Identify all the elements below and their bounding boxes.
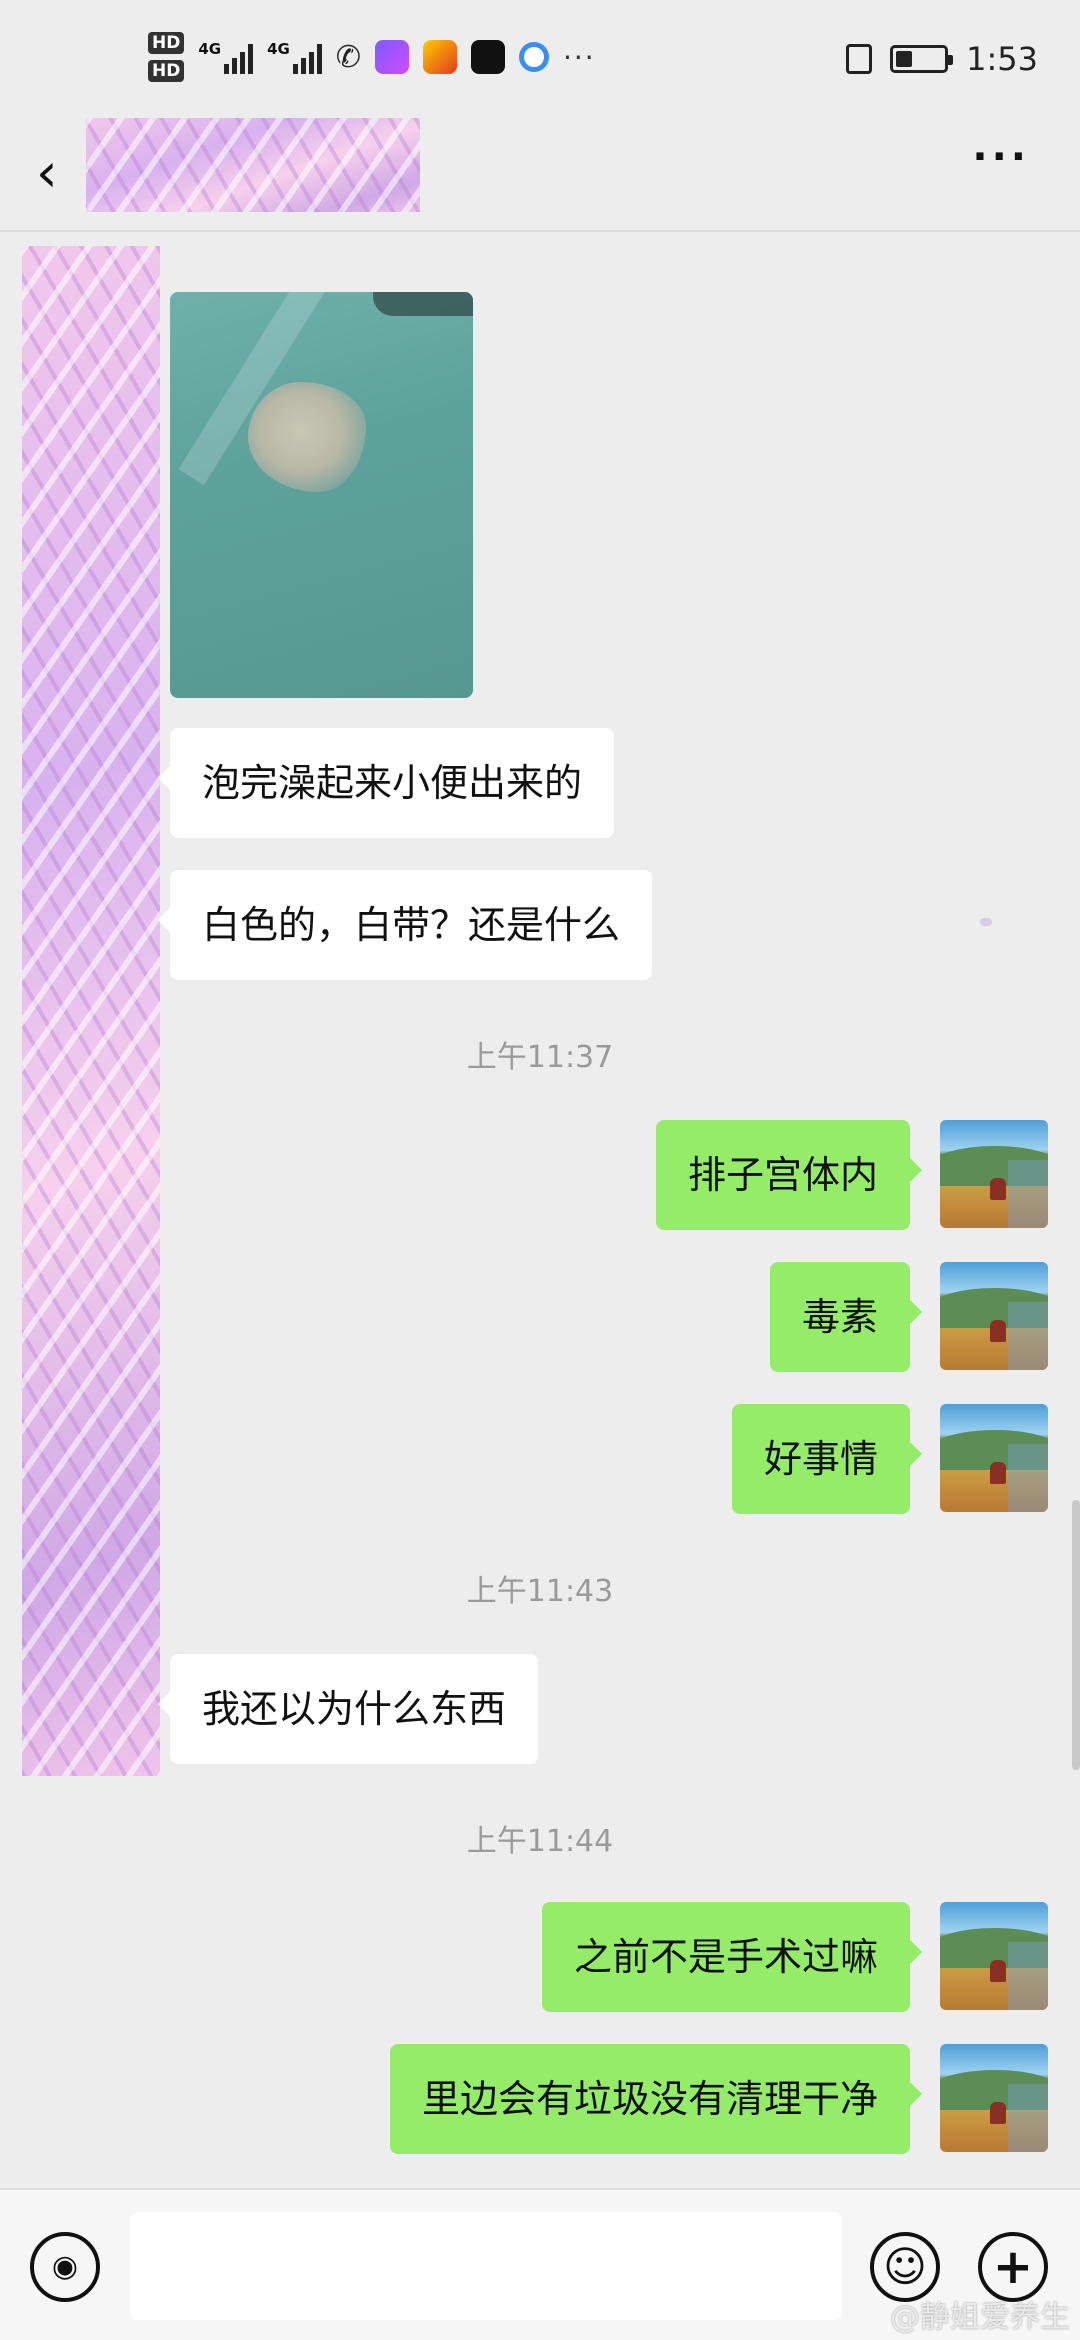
message-text: 好事情: [763, 1437, 878, 1481]
sohu-app-icon: [422, 40, 457, 74]
signal-icon-1: 4G: [198, 40, 254, 74]
timestamp: 上午11:37: [466, 1040, 614, 1075]
hd-badge-1: HD: [148, 32, 185, 54]
status-bar: HD HD 4G 4G ✆ ··· 1:53: [0, 0, 1080, 120]
message-text: 里边会有垃圾没有清理干净: [421, 2077, 878, 2121]
message-out-1[interactable]: 排子宫体内: [655, 1120, 923, 1230]
message-out-5[interactable]: 里边会有垃圾没有清理干净: [389, 2044, 923, 2154]
scrollbar[interactable]: [1072, 1500, 1080, 1770]
message-out-3[interactable]: 好事情: [731, 1404, 923, 1514]
browser-app-icon: [518, 42, 549, 72]
message-out-2[interactable]: 毒素: [769, 1262, 923, 1372]
my-avatar[interactable]: [940, 1902, 1048, 2010]
voice-icon[interactable]: ◉: [30, 2232, 100, 2302]
chat-header: ‹ ···: [0, 118, 1080, 230]
hd-badge-2: HD: [148, 60, 185, 82]
battery-fill: [896, 51, 913, 67]
more-notifications-icon: ···: [562, 40, 596, 74]
message-in-2[interactable]: 白色的，白带？还是什么: [157, 870, 653, 980]
network-type-2: 4G: [267, 40, 290, 58]
signal-icon-2: 4G: [267, 40, 322, 74]
message-input[interactable]: [130, 2212, 842, 2320]
missed-call-icon: ✆: [335, 39, 361, 75]
message-in-1[interactable]: 泡完澡起来小便出来的: [157, 728, 615, 838]
my-avatar[interactable]: [940, 1120, 1048, 1228]
header-divider: [0, 230, 1080, 232]
watermark: @静姐爱养生: [890, 2300, 1070, 2335]
timestamp: 上午11:43: [466, 1574, 614, 1609]
my-avatar[interactable]: [940, 1404, 1048, 1512]
timestamp: 上午11:44: [466, 1824, 614, 1859]
tiktok-app-icon: [470, 40, 505, 74]
my-avatar[interactable]: [940, 1262, 1048, 1370]
message-text: 我还以为什么东西: [202, 1687, 507, 1731]
message-text: 泡完澡起来小便出来的: [202, 761, 583, 805]
scroll-marker: [980, 918, 992, 926]
message-in-3[interactable]: 我还以为什么东西: [157, 1654, 539, 1764]
clock: 1:53: [966, 40, 1038, 78]
battery-icon: [890, 45, 954, 73]
message-text: 毒素: [801, 1295, 878, 1339]
message-text: 白色的，白带？还是什么: [202, 903, 621, 947]
chevron-left-icon[interactable]: ‹: [36, 146, 58, 200]
message-text: 之前不是手术过嘛: [573, 1935, 878, 1979]
my-avatar[interactable]: [940, 2044, 1048, 2152]
network-type-1: 4G: [198, 40, 222, 58]
image-message[interactable]: [170, 292, 473, 698]
message-out-4[interactable]: 之前不是手术过嘛: [541, 1902, 923, 2012]
contact-avatar-redacted[interactable]: [22, 246, 160, 1776]
contact-name-redacted[interactable]: [86, 118, 420, 212]
more-dots-icon[interactable]: ···: [972, 134, 1030, 180]
vibrate-icon: [846, 44, 873, 74]
message-text: 排子宫体内: [687, 1153, 878, 1197]
video-app-icon: [374, 40, 409, 74]
